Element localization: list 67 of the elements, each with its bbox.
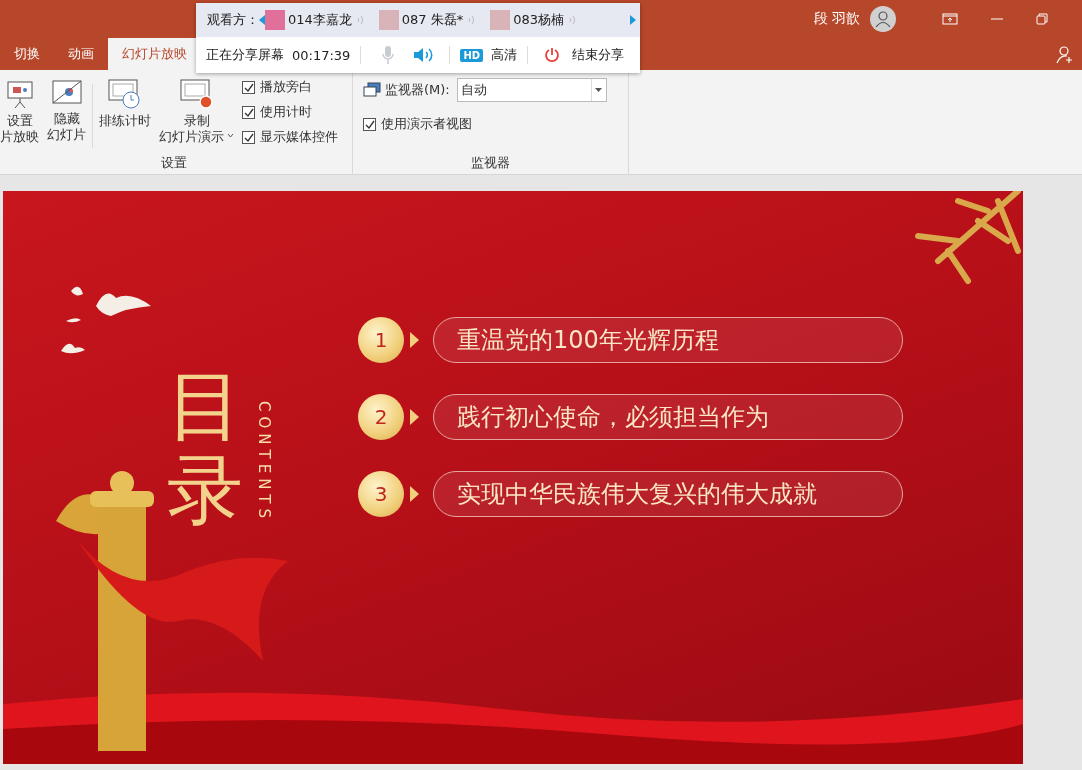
end-share-button[interactable]: 结束分享 xyxy=(544,46,625,64)
monitor-dropdown[interactable]: 自动 xyxy=(456,78,607,102)
button-label: 幻灯片演示 xyxy=(159,129,224,145)
photo-placeholder xyxy=(378,10,399,30)
checkbox[interactable] xyxy=(242,80,255,94)
button-label: 隐藏 xyxy=(53,111,80,127)
checkmark-icon xyxy=(243,81,254,93)
item-number: 1 xyxy=(358,317,404,363)
slide-subtitle: CONTENTS xyxy=(255,401,273,524)
button-label: 片放映 xyxy=(0,129,39,145)
checkbox-label: 播放旁白 xyxy=(260,78,312,96)
triangle-arrow-icon xyxy=(410,486,419,502)
button-label: 排练计时 xyxy=(99,113,151,129)
power-icon xyxy=(544,47,561,63)
slide-record-icon xyxy=(178,78,215,110)
agenda-item: 实现中华民族伟大复兴的伟大成就 xyxy=(433,471,903,517)
restore-icon[interactable] xyxy=(1036,13,1048,25)
checkmark-icon xyxy=(243,131,254,143)
checkbox[interactable] xyxy=(242,105,255,119)
add-person-icon[interactable] xyxy=(1056,46,1074,64)
agenda-item: 重温党的100年光辉历程 xyxy=(433,317,903,363)
checkbox-label: 使用计时 xyxy=(260,103,312,121)
triangle-arrow-icon xyxy=(410,409,419,425)
caret-icon xyxy=(595,88,603,92)
slide-title: 目录 xyxy=(167,363,243,532)
left-arrow-icon[interactable] xyxy=(259,15,265,25)
group-label: 监视器 xyxy=(470,154,511,172)
checkmark-icon xyxy=(243,106,254,118)
avatar-icon[interactable] xyxy=(870,6,896,32)
item-number: 3 xyxy=(358,471,404,517)
ribbon-tab[interactable]: 切换 xyxy=(0,38,54,70)
monitors-icon xyxy=(363,82,381,98)
monitor-label: 监视器(M): xyxy=(385,81,450,99)
ribbon-button[interactable]: 设置 片放映 xyxy=(0,76,43,147)
checkbox[interactable] xyxy=(242,130,255,144)
photo-placeholder xyxy=(265,10,285,30)
button-label: 幻灯片 xyxy=(47,127,86,143)
checkmark-icon xyxy=(364,118,375,130)
viewer-name: 014李嘉龙 xyxy=(288,11,352,29)
group-label: 设置 xyxy=(160,154,188,172)
item-number: 2 xyxy=(358,394,404,440)
sharing-status: 正在分享屏幕 xyxy=(206,46,284,64)
projector-screen-icon xyxy=(4,78,35,110)
person-icon xyxy=(874,10,892,28)
triangle-arrow-icon xyxy=(410,332,419,348)
elapsed-time: 00:17:39 xyxy=(292,47,351,63)
viewer-name: 087 朱磊* xyxy=(401,11,464,29)
sound-wave-icon xyxy=(466,15,477,25)
hd-quality-button[interactable]: HD 高清 xyxy=(460,46,518,64)
ribbon-button[interactable]: 排练计时 xyxy=(95,76,155,131)
checkbox-label: 使用演示者视图 xyxy=(381,115,472,133)
viewers-label: 观看方： xyxy=(207,11,259,29)
ribbon-button[interactable]: 录制 幻灯片演示 xyxy=(155,76,238,147)
checkbox[interactable] xyxy=(363,117,376,131)
agenda-item: 践行初心使命，必须担当作为 xyxy=(433,394,903,440)
checkbox-label: 显示媒体控件 xyxy=(260,128,338,146)
slide-timer-icon xyxy=(107,78,143,110)
right-arrow-icon[interactable] xyxy=(630,15,636,25)
photo-placeholder xyxy=(490,10,511,30)
ribbon-display-icon[interactable] xyxy=(942,13,958,25)
button-label: 录制 xyxy=(183,113,210,129)
user-name: 段 羽歆 xyxy=(813,10,860,28)
sound-wave-icon xyxy=(567,15,578,25)
button-label: 设置 xyxy=(6,113,33,129)
ribbon-button[interactable]: 隐藏 幻灯片 xyxy=(43,76,90,145)
viewer-name: 083杨楠 xyxy=(513,11,565,29)
ribbon-tab[interactable]: 动画 xyxy=(54,38,108,70)
